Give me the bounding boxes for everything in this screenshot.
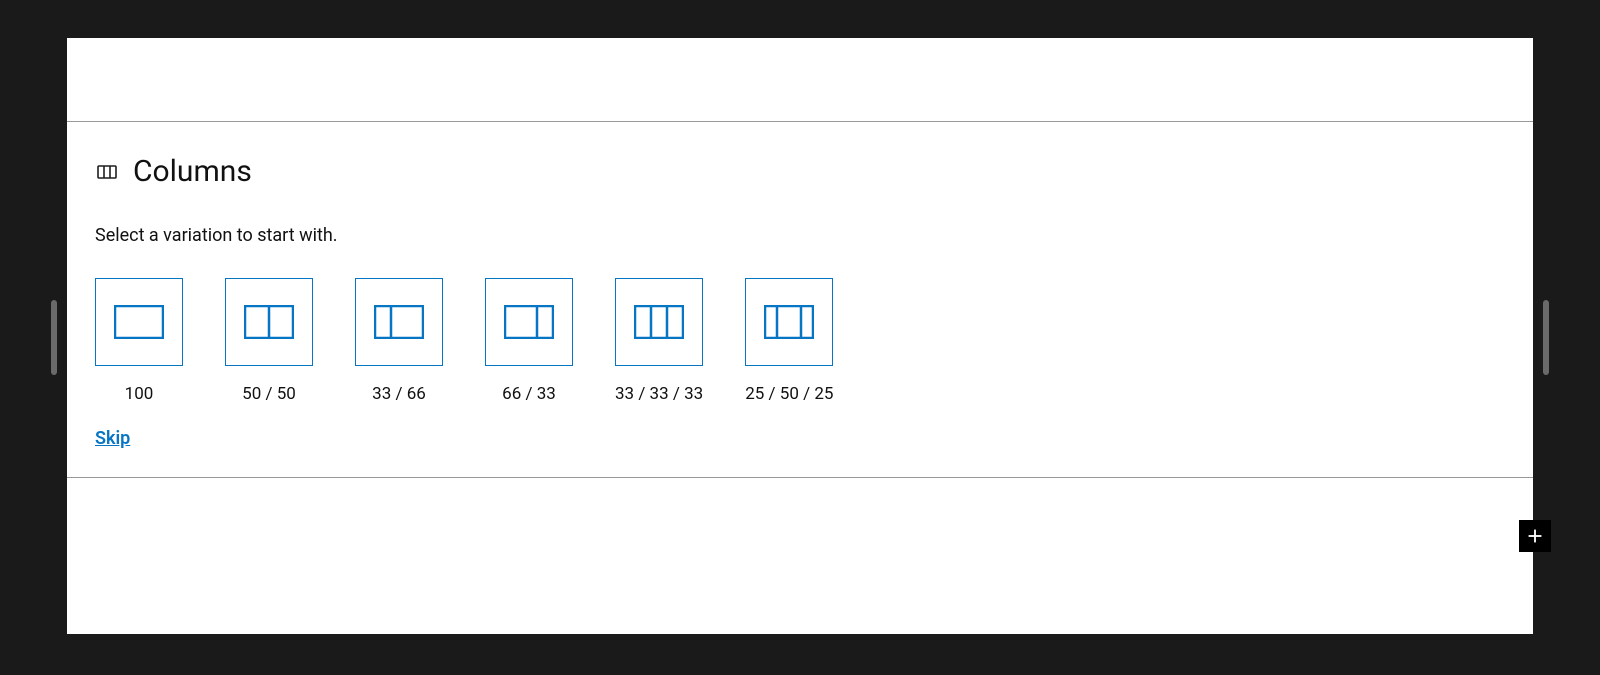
variation-33-66[interactable]: 33 / 66: [355, 278, 443, 404]
variation-icon-50-50: [225, 278, 313, 366]
empty-section-top: [67, 38, 1533, 122]
add-block-button[interactable]: [1519, 520, 1551, 552]
variation-label: 33 / 66: [372, 384, 426, 404]
variation-icon-33-33-33: [615, 278, 703, 366]
variation-label: 50 / 50: [242, 384, 296, 404]
resize-handle-left[interactable]: [51, 300, 57, 375]
resize-handle-right[interactable]: [1543, 300, 1549, 375]
variation-instruction: Select a variation to start with.: [95, 225, 1505, 246]
variations-list: 100 50 / 50 33 / 66: [95, 278, 1505, 404]
variation-icon-66-33: [485, 278, 573, 366]
block-title: Columns: [133, 154, 252, 189]
block-header: Columns: [95, 154, 1505, 189]
skip-link[interactable]: Skip: [95, 428, 130, 449]
variation-icon-25-50-25: [745, 278, 833, 366]
plus-icon: [1524, 525, 1546, 547]
variation-label: 33 / 33 / 33: [615, 384, 703, 404]
variation-icon-33-66: [355, 278, 443, 366]
variation-label: 25 / 50 / 25: [745, 384, 833, 404]
variation-33-33-33[interactable]: 33 / 33 / 33: [615, 278, 703, 404]
variation-50-50[interactable]: 50 / 50: [225, 278, 313, 404]
empty-section-bottom: [67, 478, 1533, 618]
variation-label: 66 / 33: [502, 384, 556, 404]
variation-25-50-25[interactable]: 25 / 50 / 25: [745, 278, 833, 404]
variation-66-33[interactable]: 66 / 33: [485, 278, 573, 404]
editor-canvas: Columns Select a variation to start with…: [67, 38, 1533, 634]
columns-block-placeholder: Columns Select a variation to start with…: [67, 122, 1533, 478]
variation-100[interactable]: 100: [95, 278, 183, 404]
columns-icon: [95, 160, 119, 184]
variation-icon-100: [95, 278, 183, 366]
variation-label: 100: [125, 384, 154, 404]
